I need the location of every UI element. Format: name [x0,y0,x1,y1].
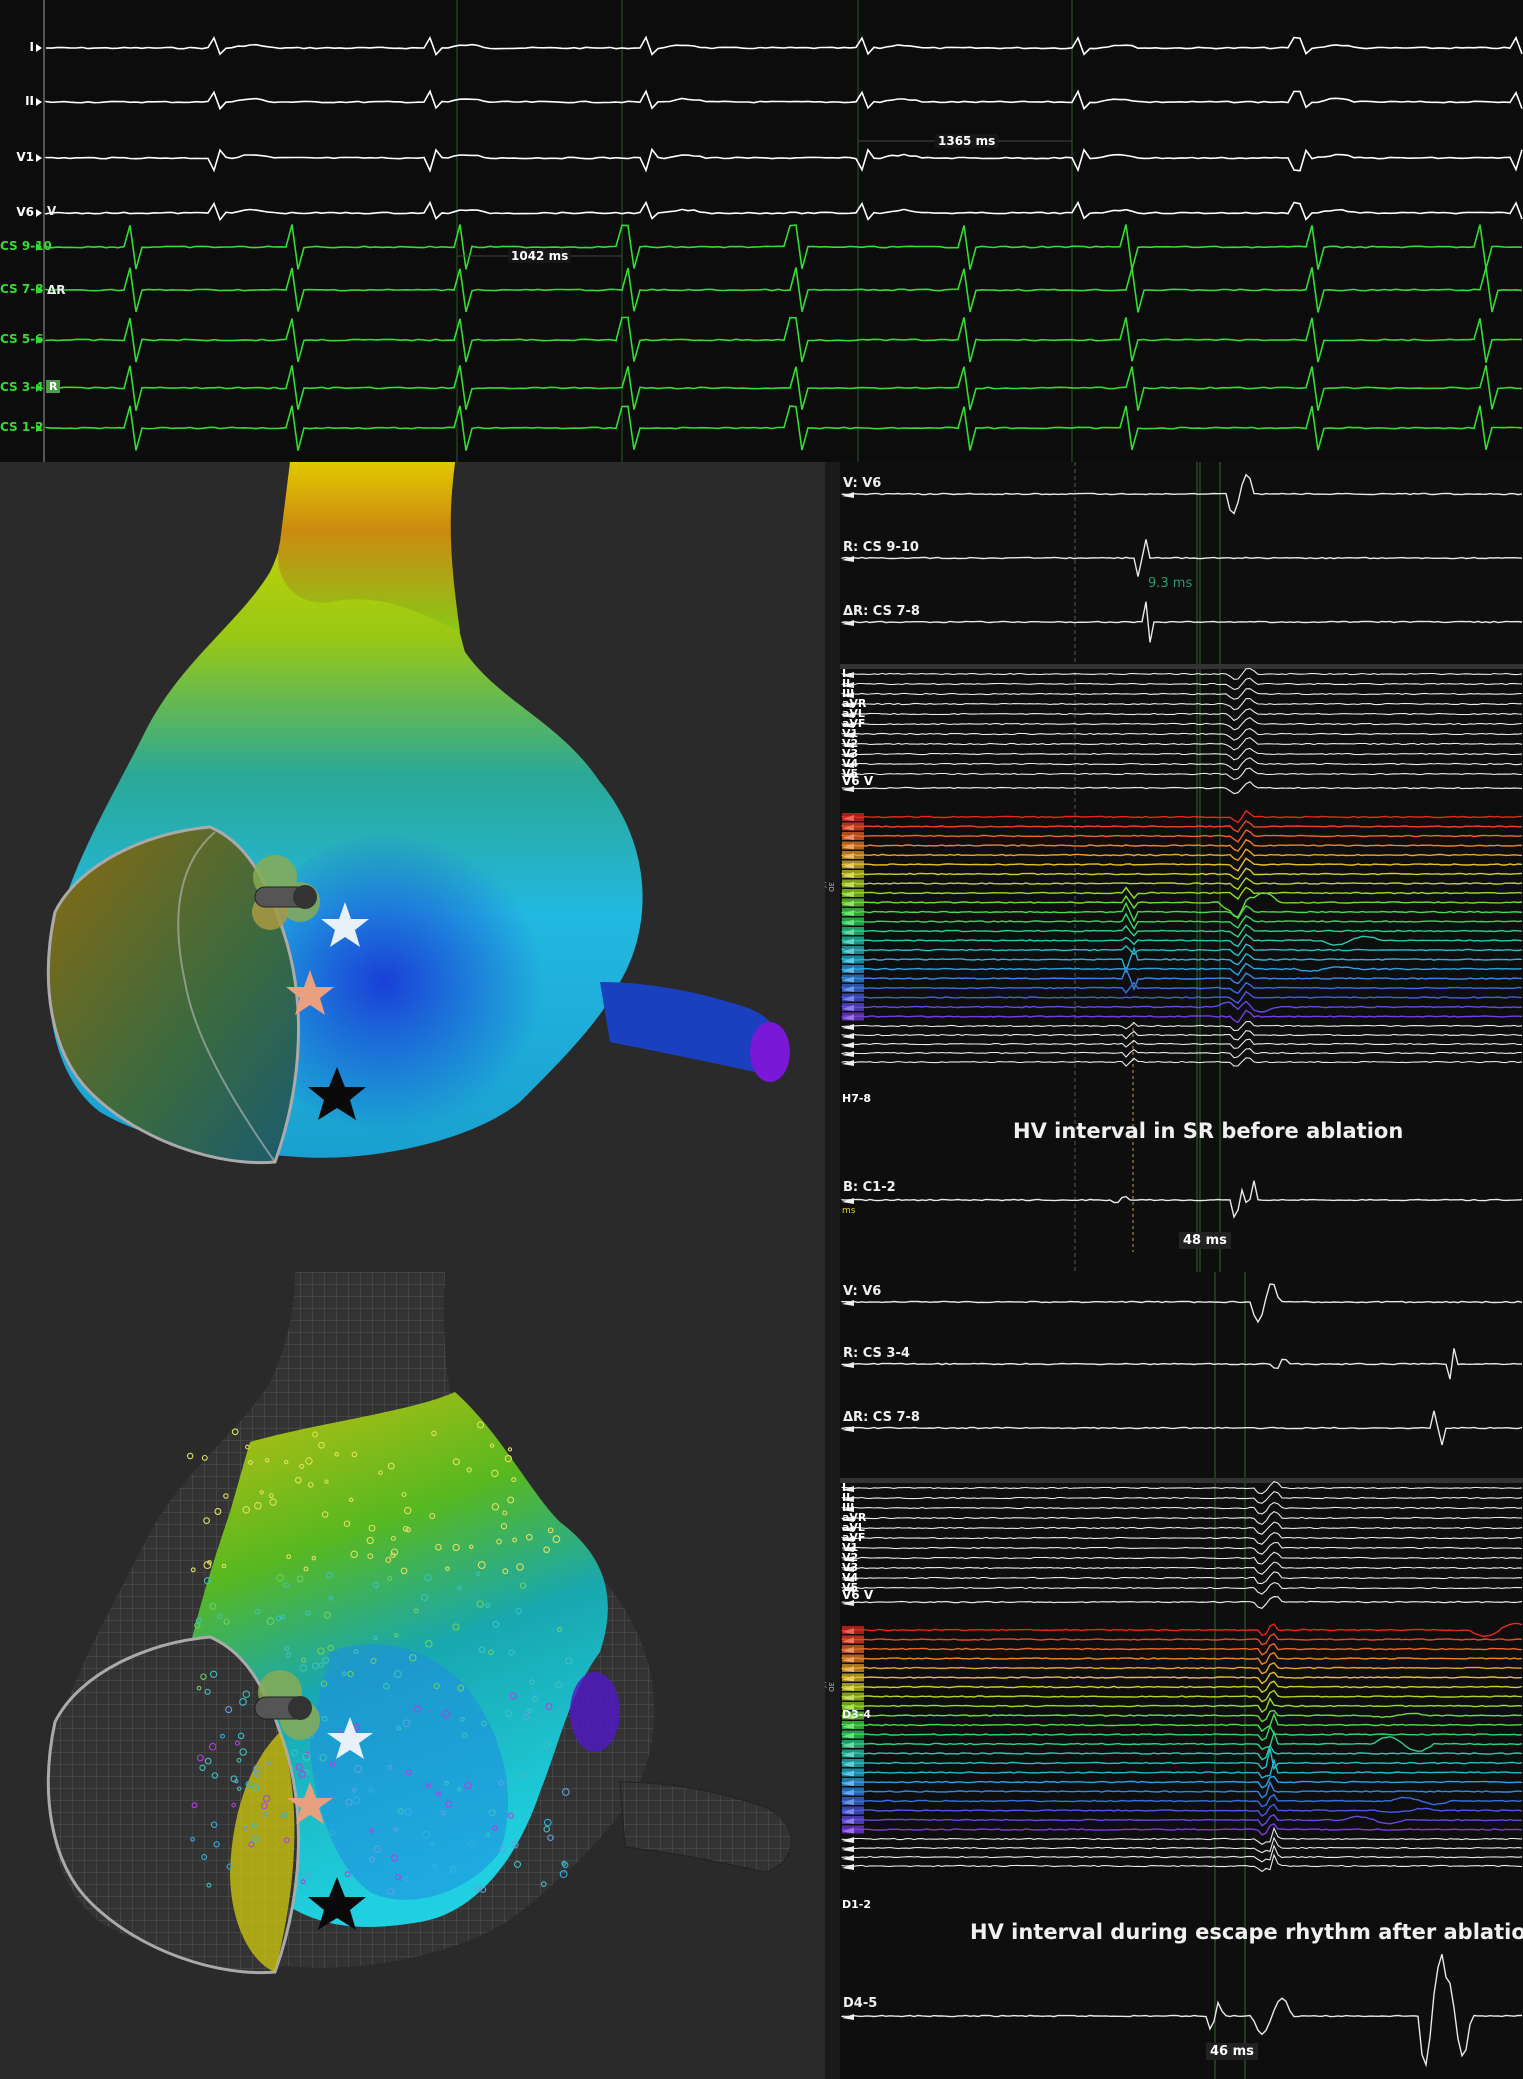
trace-1 [45,89,1523,111]
lead-label-3: V6 [16,205,34,219]
egm2-canvas [840,1272,1523,2079]
lead-label-8: CS 1-2 [0,420,44,434]
egm1-measure: 48 ms [1179,1232,1231,1249]
measurement-1365: 1365 ms [935,134,999,148]
egm-channel-0: V: V6 [843,476,882,491]
lead-d34: D3-4 [842,1707,872,1721]
3d-activation-map-before[interactable] [0,462,825,1272]
lead-v6: V6 V [842,774,874,788]
egm-channel-0: V: V6 [843,1284,882,1299]
3d-activation-map-after[interactable] [0,1272,825,2079]
lead-label-7: CS 3-4 [0,380,44,394]
marker-v: V [47,204,57,218]
lead-bottom: D1-2 [842,1898,872,1911]
measurement-1042: 1042 ms [508,249,572,263]
egm-panel-before: V: V6 R: CS 9-10 ΔR: CS 7-8 I II III aVR aVL aVF… [840,462,1523,1272]
lead-label-0: I [29,40,34,54]
egm2-caption: HV interval during escape rhythm after a… [970,1920,1523,1944]
egm1-b-small: ms [842,1206,856,1216]
trace-8 [45,405,1523,451]
lead-label-2: V1 [16,150,34,164]
side-tab-label-1: 3D View [825,882,835,899]
lead-label-4: CS 9-10 [0,239,52,253]
trace-3 [45,200,1523,222]
trace-0 [45,35,1523,57]
ecg-strip-canvas [36,0,1523,462]
egm-channel-1: R: CS 9-10 [843,540,919,555]
egm2-measure: 46 ms [1206,2043,1258,2060]
egm-channel-1: R: CS 3-4 [843,1346,910,1361]
lead-label-1: II [25,94,34,108]
egm1-caption: HV interval in SR before ablation [1013,1119,1404,1143]
lead-label-5: CS 7-8 [0,282,44,296]
lead-bottom: H7-8 [842,1092,872,1105]
side-tab[interactable]: 3D View 3D View [825,462,840,2079]
trace-5 [45,267,1523,313]
lead-v6: V6 V [842,1588,874,1602]
trace-4 [45,224,1523,270]
lead-label-6: CS 5-6 [0,332,44,346]
trace-6 [45,316,1523,363]
side-tab-label-2: 3D View [825,1682,835,1699]
marker-delta-r: ΔR [47,283,66,297]
egm-panel-after: V: V6 R: CS 3-4 ΔR: CS 7-8 I II III aVR aVL aVF V… [840,1272,1523,2079]
egm-channel-2: ΔR: CS 7-8 [843,604,920,619]
surface-ecg-strip: I II V1 V6 CS 9-10 CS 7-8 CS 5-6 CS 3-4 CS 1-2 V… [0,0,1523,462]
egm1-small-measure: 9.3 ms [1148,576,1193,591]
trace-7 [45,365,1523,411]
egm-b-channel: D4-5 [843,1996,878,2011]
map2-canvas[interactable] [0,1272,825,2079]
map1-canvas[interactable] [0,462,825,1272]
egm-b-channel: B: C1-2 [843,1180,896,1195]
marker-r: R [46,380,61,393]
egm-channel-2: ΔR: CS 7-8 [843,1410,920,1425]
trace-2 [45,147,1523,173]
